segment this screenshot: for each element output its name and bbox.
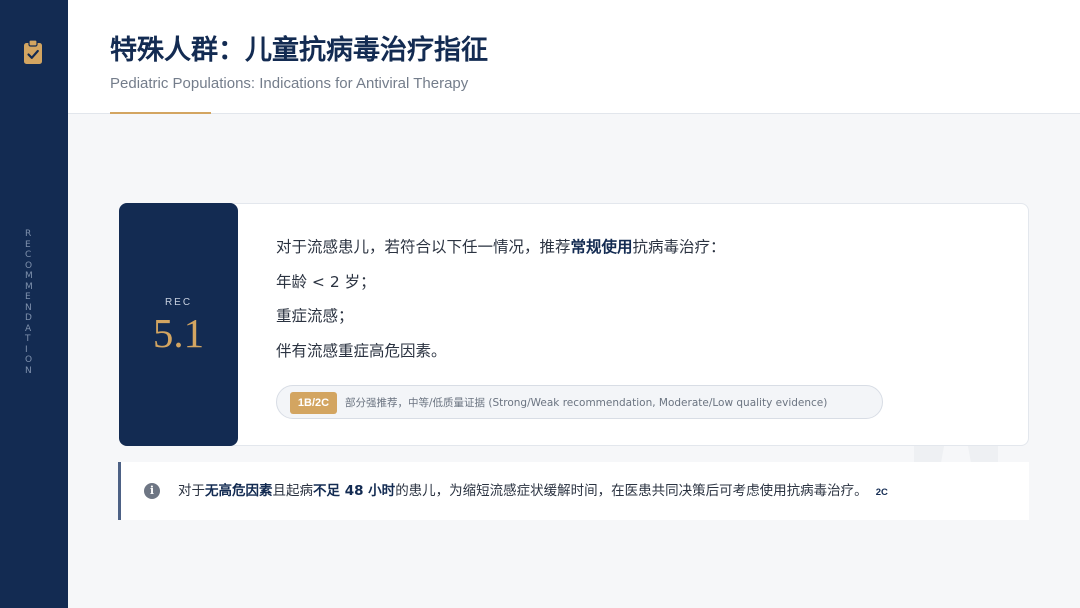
recommendation-intro: 对于流感患儿，若符合以下任一情况，推荐常规使用抗病毒治疗： (276, 230, 836, 265)
rec-label: REC (164, 297, 193, 308)
sidebar-letter: E (25, 239, 32, 250)
recommendation-text: 对于流感患儿，若符合以下任一情况，推荐常规使用抗病毒治疗： 年龄 < 2 岁； … (276, 230, 836, 368)
page-subtitle: Pediatric Populations: Indications for A… (110, 75, 469, 92)
sidebar-letter: O (25, 260, 34, 271)
sidebar-vertical-label: R E C O M M E N D A T I O N (25, 229, 39, 376)
sidebar-letter: N (25, 365, 33, 376)
condition-item: 重症流感； (276, 307, 354, 325)
sidebar-letter: R (25, 229, 33, 239)
rec-number: 5.1 (152, 310, 205, 356)
intro-text: 对于流感患儿，若符合以下任一情况，推荐 (276, 238, 571, 256)
note-text: 对于无高危因素且起病不足 48 小时的患儿，为缩短流感症状缓解时间，在医患共同决… (178, 462, 888, 522)
sidebar-letter: C (25, 250, 33, 260)
clipboard-check-icon (24, 39, 42, 64)
note-segment: 且起病 (272, 483, 314, 499)
note-segment: 对于 (178, 483, 205, 499)
page-header: 特殊人群：儿童抗病毒治疗指征 Pediatric Populations: In… (68, 0, 1080, 114)
recommendation-number-badge: REC 5.1 (119, 203, 238, 446)
condition-item: 年龄 < 2 岁； (276, 272, 376, 291)
sidebar-letter: T (25, 334, 32, 344)
sidebar-letter: A (25, 323, 33, 334)
sidebar-letter: D (25, 313, 33, 323)
sidebar-letter: N (25, 302, 33, 313)
evidence-grade-badge: 1B/2C (290, 392, 337, 414)
info-note: i 对于无高危因素且起病不足 48 小时的患儿，为缩短流感症状缓解时间，在医患共… (118, 462, 1029, 520)
condition-item: 伴有流感重症高危因素。 (276, 341, 447, 360)
sidebar-letter: M (25, 271, 34, 281)
note-emphasis: 不足 48 小时 (313, 483, 396, 499)
info-icon: i (144, 483, 160, 499)
sidebar-letter: M (25, 281, 34, 292)
sidebar-letter: O (25, 355, 34, 365)
intro-text-end: 抗病毒治疗： (632, 238, 726, 256)
note-segment: 的患儿，为缩短流感症状缓解时间，在医患共同决策后可考虑使用抗病毒治疗。 (395, 483, 868, 499)
evidence-grade-pill: 1B/2C 部分强推荐，中等/低质量证据 (Strong/Weak recomm… (276, 385, 883, 419)
title-accent-line (110, 112, 211, 114)
sidebar-letter: E (25, 292, 32, 302)
evidence-grade-text: 部分强推荐，中等/低质量证据 (Strong/Weak recommendati… (345, 397, 828, 409)
page-title: 特殊人群：儿童抗病毒治疗指征 (110, 35, 488, 66)
sidebar: R E C O M M E N D A T I O N (0, 0, 68, 608)
intro-emphasis: 常规使用 (570, 238, 633, 256)
note-emphasis: 无高危因素 (205, 483, 273, 499)
sidebar-letter: I (25, 344, 29, 355)
note-grade-label: 2C (875, 487, 888, 498)
